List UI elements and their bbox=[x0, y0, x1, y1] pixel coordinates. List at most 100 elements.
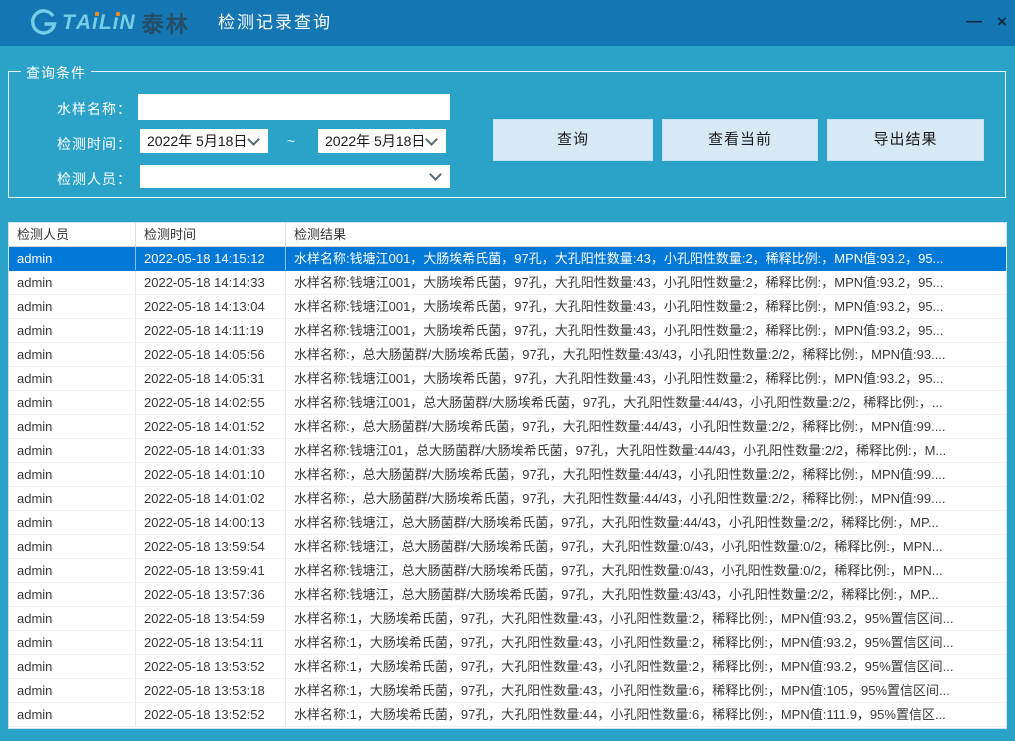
cell-time: 2022-05-18 13:54:11 bbox=[136, 631, 286, 654]
cell-result: 水样名称:钱塘江001，总大肠菌群/大肠埃希氏菌，97孔，大孔阳性数量:44/4… bbox=[286, 391, 1006, 414]
brand-name: TAıLıN bbox=[62, 11, 136, 35]
table-body: admin 2022-05-18 14:15:12 水样名称:钱塘江001，大肠… bbox=[9, 247, 1006, 727]
table-row[interactable]: admin 2022-05-18 13:52:52 水样名称:1，大肠埃希氏菌，… bbox=[9, 703, 1006, 727]
cell-person: admin bbox=[9, 391, 136, 414]
column-header-time[interactable]: 检测时间 bbox=[136, 223, 286, 246]
cell-result: 水样名称:1，大肠埃希氏菌，97孔，大孔阳性数量:44，小孔阳性数量:6，稀释比… bbox=[286, 703, 1006, 726]
cell-result: 水样名称:钱塘江，总大肠菌群/大肠埃希氏菌，97孔，大孔阳性数量:0/43，小孔… bbox=[286, 559, 1006, 582]
table-row[interactable]: admin 2022-05-18 13:54:59 水样名称:1，大肠埃希氏菌，… bbox=[9, 607, 1006, 631]
minimize-button[interactable]: — bbox=[961, 0, 987, 46]
cell-time: 2022-05-18 14:01:02 bbox=[136, 487, 286, 510]
table-row[interactable]: admin 2022-05-18 13:54:11 水样名称:1，大肠埃希氏菌，… bbox=[9, 631, 1006, 655]
cell-time: 2022-05-18 14:05:56 bbox=[136, 343, 286, 366]
table-row[interactable]: admin 2022-05-18 14:11:19 水样名称:钱塘江001，大肠… bbox=[9, 319, 1006, 343]
cell-result: 水样名称:钱塘江001，大肠埃希氏菌，97孔，大孔阳性数量:43，小孔阳性数量:… bbox=[286, 295, 1006, 318]
detect-person-label: 检测人员： bbox=[36, 169, 132, 189]
cell-person: admin bbox=[9, 271, 136, 294]
table-row[interactable]: admin 2022-05-18 14:05:31 水样名称:钱塘江001，大肠… bbox=[9, 367, 1006, 391]
table-row[interactable]: admin 2022-05-18 14:01:52 水样名称:，总大肠菌群/大肠… bbox=[9, 415, 1006, 439]
cell-time: 2022-05-18 13:57:36 bbox=[136, 583, 286, 606]
date-range-separator: ~ bbox=[281, 129, 301, 153]
cell-result: 水样名称:钱塘江，总大肠菌群/大肠埃希氏菌，97孔，大孔阳性数量:44/43，小… bbox=[286, 511, 1006, 534]
table-row[interactable]: admin 2022-05-18 13:59:41 水样名称:钱塘江，总大肠菌群… bbox=[9, 559, 1006, 583]
cell-person: admin bbox=[9, 319, 136, 342]
cell-time: 2022-05-18 14:02:55 bbox=[136, 391, 286, 414]
export-results-button[interactable]: 导出结果 bbox=[827, 119, 984, 161]
cell-time: 2022-05-18 13:59:54 bbox=[136, 535, 286, 558]
cell-time: 2022-05-18 14:01:33 bbox=[136, 439, 286, 462]
app-window: TAıLıN 泰林 检测记录查询 — × 查询条件 水样名称： 检测时间： 20… bbox=[0, 0, 1015, 741]
table-row[interactable]: admin 2022-05-18 14:01:33 水样名称:钱塘江01，总大肠… bbox=[9, 439, 1006, 463]
close-button[interactable]: × bbox=[989, 0, 1015, 46]
cell-result: 水样名称:钱塘江001，大肠埃希氏菌，97孔，大孔阳性数量:43，小孔阳性数量:… bbox=[286, 319, 1006, 342]
table-row[interactable]: admin 2022-05-18 13:57:36 水样名称:钱塘江，总大肠菌群… bbox=[9, 583, 1006, 607]
chevron-down-icon bbox=[429, 168, 442, 181]
table-row[interactable]: admin 2022-05-18 14:02:55 水样名称:钱塘江001，总大… bbox=[9, 391, 1006, 415]
chevron-down-icon bbox=[425, 133, 438, 146]
detect-person-combobox[interactable] bbox=[140, 165, 450, 188]
table-row[interactable]: admin 2022-05-18 13:59:54 水样名称:钱塘江，总大肠菌群… bbox=[9, 535, 1006, 559]
cell-time: 2022-05-18 13:59:41 bbox=[136, 559, 286, 582]
cell-person: admin bbox=[9, 535, 136, 558]
cell-person: admin bbox=[9, 511, 136, 534]
brand-cjk-text: 泰林 bbox=[142, 7, 190, 39]
cell-person: admin bbox=[9, 583, 136, 606]
cell-result: 水样名称:1，大肠埃希氏菌，97孔，大孔阳性数量:43，小孔阳性数量:2，稀释比… bbox=[286, 655, 1006, 678]
cell-result: 水样名称:钱塘江001，大肠埃希氏菌，97孔，大孔阳性数量:43，小孔阳性数量:… bbox=[286, 367, 1006, 390]
cell-time: 2022-05-18 14:01:52 bbox=[136, 415, 286, 438]
cell-time: 2022-05-18 14:01:10 bbox=[136, 463, 286, 486]
cell-person: admin bbox=[9, 367, 136, 390]
chevron-down-icon bbox=[247, 133, 260, 146]
cell-result: 水样名称:钱塘江，总大肠菌群/大肠埃希氏菌，97孔，大孔阳性数量:0/43，小孔… bbox=[286, 535, 1006, 558]
cell-result: 水样名称:，总大肠菌群/大肠埃希氏菌，97孔，大孔阳性数量:44/43，小孔阳性… bbox=[286, 487, 1006, 510]
cell-person: admin bbox=[9, 703, 136, 726]
detect-time-label: 检测时间： bbox=[36, 134, 132, 154]
date-from-picker[interactable]: 2022年 5月18日 bbox=[140, 129, 268, 153]
cell-time: 2022-05-18 14:05:31 bbox=[136, 367, 286, 390]
date-from-value: 2022年 5月18日 bbox=[147, 131, 247, 151]
table-row[interactable]: admin 2022-05-18 14:14:33 水样名称:钱塘江001，大肠… bbox=[9, 271, 1006, 295]
date-to-picker[interactable]: 2022年 5月18日 bbox=[318, 129, 446, 153]
table-row[interactable]: admin 2022-05-18 14:01:02 水样名称:，总大肠菌群/大肠… bbox=[9, 487, 1006, 511]
brand-logo: TAıLıN 泰林 bbox=[27, 0, 190, 46]
table-header: 检测人员 检测时间 检测结果 bbox=[9, 223, 1006, 247]
cell-result: 水样名称:钱塘江001，大肠埃希氏菌，97孔，大孔阳性数量:43，小孔阳性数量:… bbox=[286, 271, 1006, 294]
table-row[interactable]: admin 2022-05-18 13:53:52 水样名称:1，大肠埃希氏菌，… bbox=[9, 655, 1006, 679]
cell-result: 水样名称:1，大肠埃希氏菌，97孔，大孔阳性数量:43，小孔阳性数量:2，稀释比… bbox=[286, 607, 1006, 630]
cell-time: 2022-05-18 13:52:52 bbox=[136, 703, 286, 726]
cell-time: 2022-05-18 14:00:13 bbox=[136, 511, 286, 534]
sample-name-input[interactable] bbox=[138, 94, 450, 120]
cell-time: 2022-05-18 13:53:18 bbox=[136, 679, 286, 702]
cell-person: admin bbox=[9, 487, 136, 510]
cell-person: admin bbox=[9, 343, 136, 366]
results-table: 检测人员 检测时间 检测结果 admin 2022-05-18 14:15:12… bbox=[8, 222, 1007, 729]
table-row[interactable]: admin 2022-05-18 14:15:12 水样名称:钱塘江001，大肠… bbox=[9, 247, 1006, 271]
cell-person: admin bbox=[9, 559, 136, 582]
column-header-result[interactable]: 检测结果 bbox=[286, 223, 1006, 246]
tailin-logo-icon bbox=[27, 7, 62, 39]
table-row[interactable]: admin 2022-05-18 14:05:56 水样名称:，总大肠菌群/大肠… bbox=[9, 343, 1006, 367]
cell-result: 水样名称:，总大肠菌群/大肠埃希氏菌，97孔，大孔阳性数量:44/43，小孔阳性… bbox=[286, 415, 1006, 438]
cell-time: 2022-05-18 14:14:33 bbox=[136, 271, 286, 294]
window-title: 检测记录查询 bbox=[218, 0, 332, 46]
cell-time: 2022-05-18 14:13:04 bbox=[136, 295, 286, 318]
table-row[interactable]: admin 2022-05-18 14:01:10 水样名称:，总大肠菌群/大肠… bbox=[9, 463, 1006, 487]
column-header-person[interactable]: 检测人员 bbox=[9, 223, 136, 246]
table-row[interactable]: admin 2022-05-18 14:00:13 水样名称:钱塘江，总大肠菌群… bbox=[9, 511, 1006, 535]
cell-person: admin bbox=[9, 679, 136, 702]
cell-person: admin bbox=[9, 607, 136, 630]
cell-person: admin bbox=[9, 439, 136, 462]
titlebar: TAıLıN 泰林 检测记录查询 — × bbox=[0, 0, 1015, 46]
view-current-button[interactable]: 查看当前 bbox=[662, 119, 818, 161]
cell-result: 水样名称:，总大肠菌群/大肠埃希氏菌，97孔，大孔阳性数量:44/43，小孔阳性… bbox=[286, 463, 1006, 486]
search-button[interactable]: 查询 bbox=[493, 119, 653, 161]
cell-person: admin bbox=[9, 247, 136, 270]
cell-result: 水样名称:，总大肠菌群/大肠埃希氏菌，97孔，大孔阳性数量:43/43，小孔阳性… bbox=[286, 343, 1006, 366]
table-row[interactable]: admin 2022-05-18 13:53:18 水样名称:1，大肠埃希氏菌，… bbox=[9, 679, 1006, 703]
cell-person: admin bbox=[9, 295, 136, 318]
cell-time: 2022-05-18 14:15:12 bbox=[136, 247, 286, 270]
cell-person: admin bbox=[9, 655, 136, 678]
date-to-value: 2022年 5月18日 bbox=[325, 131, 425, 151]
cell-time: 2022-05-18 13:53:52 bbox=[136, 655, 286, 678]
table-row[interactable]: admin 2022-05-18 14:13:04 水样名称:钱塘江001，大肠… bbox=[9, 295, 1006, 319]
